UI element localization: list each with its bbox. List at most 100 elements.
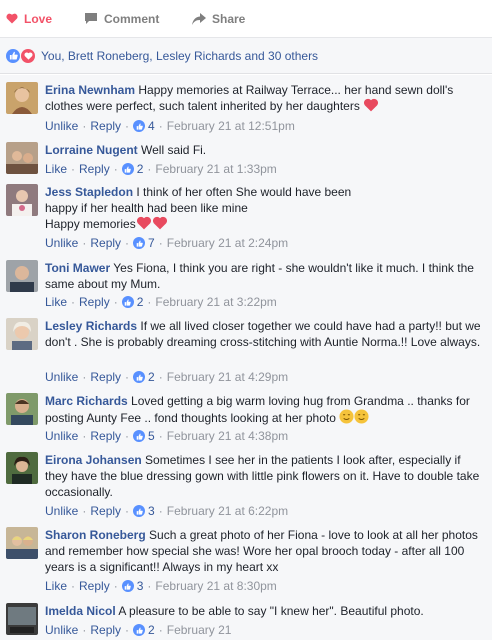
like-count-icon <box>133 624 146 636</box>
comment-timestamp[interactable]: February 21 at 12:51pm <box>167 119 295 133</box>
like-link[interactable]: Like <box>45 295 67 309</box>
unlike-link[interactable]: Unlike <box>45 236 78 250</box>
heart-emoji-icon <box>364 98 379 112</box>
comment-timestamp[interactable]: February 21 at 2:24pm <box>167 236 288 250</box>
comment-author[interactable]: Sharon Roneberg <box>45 528 146 542</box>
post-action-bar: Love Comment Share <box>0 0 492 38</box>
smile-emoji-icon <box>354 409 369 424</box>
comment-author[interactable]: Eirona Johansen <box>45 453 142 467</box>
unlike-link[interactable]: Unlike <box>45 370 78 384</box>
avatar[interactable] <box>6 318 38 350</box>
comment-author[interactable]: Jess Stapledon <box>45 185 133 199</box>
love-label: Love <box>24 11 53 26</box>
avatar[interactable] <box>6 603 38 635</box>
heart-emoji-icon <box>152 216 167 230</box>
comment-meta: Like · Reply · 3 · February 21 at 8:30pm <box>45 579 277 593</box>
comment-text: Well said Fi. <box>141 143 207 157</box>
like-count-icon <box>133 371 146 383</box>
reply-link[interactable]: Reply <box>90 236 121 250</box>
comment-meta: Like · Reply · 2 · February 21 at 1:33pm <box>45 162 277 176</box>
comment-text: A pleasure to be able to say "I knew her… <box>118 604 424 618</box>
comments-list: Erina Newnham Happy memories at Railway … <box>0 75 492 640</box>
like-count[interactable]: 7 <box>148 236 155 250</box>
like-count[interactable]: 2 <box>148 623 155 637</box>
reply-link[interactable]: Reply <box>90 429 121 443</box>
like-count[interactable]: 2 <box>137 295 144 309</box>
comment-body: Jess Stapledon I think of her often She … <box>45 184 485 232</box>
comment-meta: Unlike · Reply · 7 · February 21 at 2:24… <box>45 236 289 250</box>
like-count[interactable]: 5 <box>148 429 155 443</box>
avatar[interactable] <box>6 142 38 174</box>
reply-link[interactable]: Reply <box>79 579 110 593</box>
avatar[interactable] <box>6 452 38 484</box>
like-count[interactable]: 2 <box>137 162 144 176</box>
comment-body: Eirona Johansen Sometimes I see her in t… <box>45 452 485 500</box>
comment-author[interactable]: Marc Richards <box>45 394 128 408</box>
comment-text-line-3: Happy memories <box>45 217 136 231</box>
like-count-icon <box>121 580 134 592</box>
comment-body: Imelda Nicol A pleasure to be able to sa… <box>45 603 485 619</box>
share-label: Share <box>212 11 246 26</box>
comment-text: I think of her often She would have been <box>136 185 352 199</box>
comment-body: Lesley Richards If we all lived closer t… <box>45 318 485 350</box>
comment-text-line-2: happy if her health had been like mine <box>45 201 248 215</box>
comment-meta: Unlike · Reply · 2 · February 21 at 4:29… <box>45 370 289 384</box>
like-count-icon <box>133 430 146 442</box>
comment-author[interactable]: Imelda Nicol <box>45 604 116 618</box>
unlike-link[interactable]: Unlike <box>45 504 78 518</box>
avatar[interactable] <box>6 82 38 114</box>
avatar[interactable] <box>6 184 38 216</box>
comment-timestamp[interactable]: February 21 at 6:22pm <box>167 504 288 518</box>
unlike-link[interactable]: Unlike <box>45 429 78 443</box>
comment-timestamp[interactable]: February 21 at 8:30pm <box>155 579 276 593</box>
like-count[interactable]: 4 <box>148 119 155 133</box>
reply-link[interactable]: Reply <box>79 295 110 309</box>
love-reaction-icon <box>21 48 35 63</box>
avatar[interactable] <box>6 260 38 292</box>
comment-meta: Unlike · Reply · 5 · February 21 at 4:38… <box>45 429 289 443</box>
like-count-icon <box>133 505 146 517</box>
comment-meta: Unlike · Reply · 4 · February 21 at 12:5… <box>45 119 295 133</box>
reply-link[interactable]: Reply <box>90 370 121 384</box>
comment-text: Yes Fiona, I think you are right - she w… <box>45 261 474 291</box>
avatar[interactable] <box>6 527 38 559</box>
avatar[interactable] <box>6 393 38 425</box>
like-count[interactable]: 3 <box>148 504 155 518</box>
reply-link[interactable]: Reply <box>90 623 121 637</box>
comment-timestamp[interactable]: February 21 at 1:33pm <box>155 162 276 176</box>
comment-timestamp[interactable]: February 21 at 4:29pm <box>167 370 288 384</box>
comment-timestamp[interactable]: February 21 at 4:38pm <box>167 429 288 443</box>
comment-body: Marc Richards Loved getting a big warm l… <box>45 393 485 426</box>
like-count-icon <box>133 237 146 249</box>
reply-link[interactable]: Reply <box>90 119 121 133</box>
unlike-link[interactable]: Unlike <box>45 623 78 637</box>
like-count-icon <box>121 163 134 175</box>
reply-link[interactable]: Reply <box>90 504 121 518</box>
like-count-icon <box>121 296 134 308</box>
reactions-people-link[interactable]: You, Brett Roneberg, Lesley Richards and… <box>41 49 318 63</box>
comment-author[interactable]: Erina Newnham <box>45 83 135 97</box>
like-count[interactable]: 3 <box>137 579 144 593</box>
share-button[interactable]: Share <box>188 0 245 38</box>
comment-timestamp[interactable]: February 21 <box>167 623 232 637</box>
comment-icon <box>85 13 97 24</box>
comment-author[interactable]: Toni Mawer <box>45 261 110 275</box>
like-reaction-icon <box>6 48 20 63</box>
like-link[interactable]: Like <box>45 579 67 593</box>
comment-button[interactable]: Comment <box>80 0 188 38</box>
like-count[interactable]: 2 <box>148 370 155 384</box>
like-link[interactable]: Like <box>45 162 67 176</box>
comment-body: Lorraine Nugent Well said Fi. <box>45 142 485 158</box>
heart-emoji-icon <box>136 216 151 230</box>
unlike-link[interactable]: Unlike <box>45 119 78 133</box>
comment-body: Erina Newnham Happy memories at Railway … <box>45 82 485 114</box>
love-button[interactable]: Love <box>0 0 80 38</box>
comment-timestamp[interactable]: February 21 at 3:22pm <box>155 295 276 309</box>
share-icon <box>192 12 206 25</box>
comment-author[interactable]: Lesley Richards <box>45 319 137 333</box>
reply-link[interactable]: Reply <box>79 162 110 176</box>
comment-meta: Unlike · Reply · 2 · February 21 <box>45 623 232 637</box>
comment-author[interactable]: Lorraine Nugent <box>45 143 138 157</box>
like-count-icon <box>133 120 146 132</box>
comment-label: Comment <box>104 11 160 26</box>
